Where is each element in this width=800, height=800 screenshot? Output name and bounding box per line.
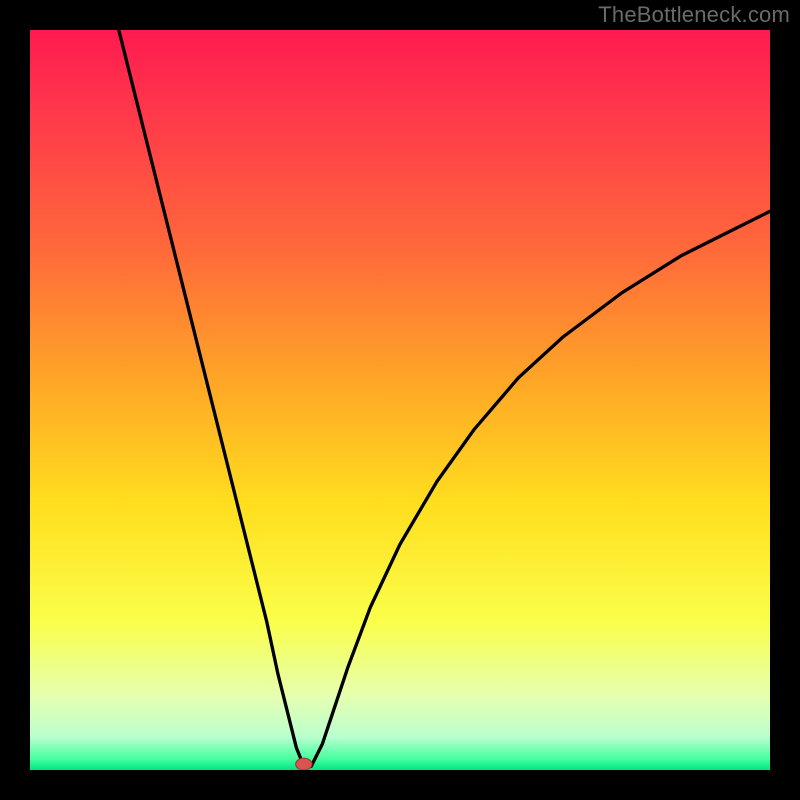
bottleneck-chart: [30, 30, 770, 770]
plot-background: [30, 30, 770, 770]
watermark-text: TheBottleneck.com: [598, 2, 790, 28]
chart-frame: TheBottleneck.com: [0, 0, 800, 800]
minimum-marker: [296, 758, 312, 770]
